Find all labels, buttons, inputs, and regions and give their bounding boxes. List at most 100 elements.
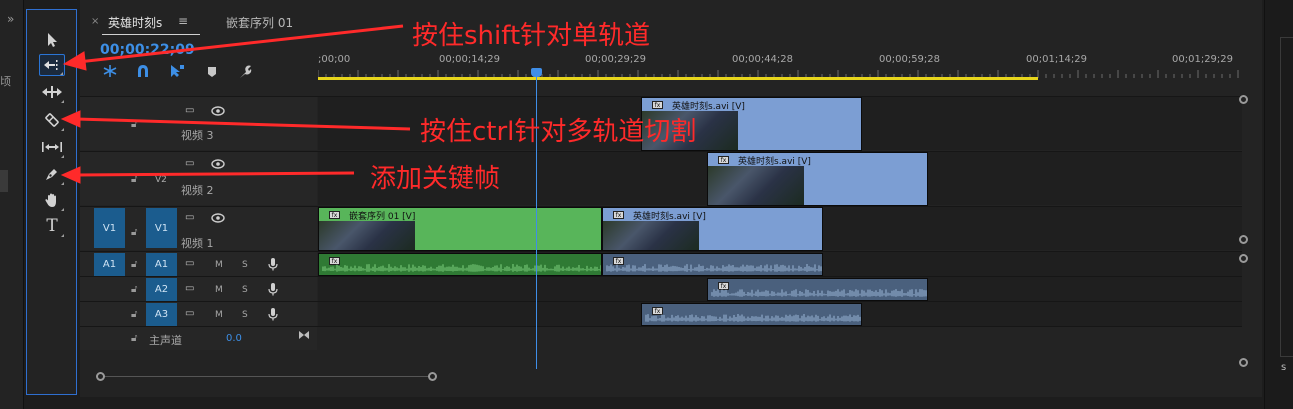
tab-sequence-active[interactable]: 英雄时刻s bbox=[108, 14, 162, 31]
track-area-a1[interactable]: fx fx bbox=[318, 252, 1242, 276]
a-scrollbar-handle-bottom[interactable] bbox=[1239, 358, 1248, 367]
microphone-icon[interactable] bbox=[268, 257, 278, 271]
track-row-v1: V1 🔓︎ V1 ▭ 视频 1 fx 嵌套序列 01 [V] fx 英雄时刻s.… bbox=[80, 206, 1242, 251]
expand-panels-icon[interactable]: » bbox=[7, 12, 14, 26]
sync-lock-icon[interactable]: ▭ bbox=[185, 258, 194, 269]
playhead-timecode[interactable]: 00;00;22;09 bbox=[100, 42, 195, 58]
eye-icon[interactable] bbox=[211, 106, 225, 116]
tool-flyout-corner-icon bbox=[60, 72, 63, 75]
lock-icon[interactable]: 🔓︎ bbox=[131, 227, 137, 238]
track-target-a2[interactable]: A2 bbox=[146, 278, 177, 301]
h-scrollbar-handle-right[interactable] bbox=[428, 372, 437, 381]
track-row-master: 🔓︎ 主声道 0.0 bbox=[80, 326, 1242, 350]
add-marker-icon[interactable] bbox=[206, 66, 218, 78]
sync-lock-icon[interactable]: ▭ bbox=[185, 283, 194, 294]
hand-tool[interactable] bbox=[39, 189, 65, 211]
track-area-a2[interactable]: fx bbox=[318, 277, 1242, 301]
source-patch-v1[interactable]: V1 bbox=[94, 208, 125, 248]
lock-icon[interactable]: 🔓︎ bbox=[131, 333, 137, 344]
lock-icon[interactable]: 🔓︎ bbox=[131, 284, 137, 295]
wrench-icon[interactable] bbox=[238, 64, 252, 78]
lock-icon[interactable]: 🔓︎ bbox=[131, 174, 137, 185]
selection-tool[interactable] bbox=[39, 29, 65, 51]
fx-badge-icon: fx bbox=[329, 211, 340, 219]
microphone-icon[interactable] bbox=[268, 307, 278, 321]
source-patch-a1[interactable]: A1 bbox=[94, 253, 125, 276]
linked-selection-icon[interactable] bbox=[169, 64, 185, 78]
v-scrollbar-handle-top[interactable] bbox=[1239, 95, 1248, 104]
clip-v2[interactable]: fx 英雄时刻s.avi [V] bbox=[707, 152, 928, 206]
track-area-v1[interactable]: fx 嵌套序列 01 [V] fx 英雄时刻s.avi [V] bbox=[318, 207, 1242, 251]
track-row-a3: 🔓︎ A3 ▭ M S fx bbox=[80, 301, 1242, 326]
audio-clip-a1[interactable]: fx bbox=[602, 253, 823, 276]
track-select-forward-tool[interactable] bbox=[39, 54, 65, 76]
expand-master-icon[interactable] bbox=[298, 330, 310, 340]
clip-v1-nested[interactable]: fx 嵌套序列 01 [V] bbox=[318, 207, 602, 251]
lock-icon[interactable]: 🔓︎ bbox=[131, 309, 137, 320]
mute-button[interactable]: M bbox=[215, 260, 223, 270]
insert-nest-icon[interactable] bbox=[102, 64, 118, 78]
lock-icon[interactable]: 🔓︎ bbox=[131, 259, 137, 270]
track-target-a1[interactable]: A1 bbox=[146, 253, 177, 276]
eye-icon[interactable] bbox=[211, 213, 225, 223]
track-row-a2: 🔓︎ A2 ▭ M S fx bbox=[80, 276, 1242, 301]
v-scrollbar-handle-bottom[interactable] bbox=[1239, 235, 1248, 244]
premiere-window: » 顷 T × 英雄时刻s ≡ 嵌套序列 01 00;00;22;09 ;00;… bbox=[0, 0, 1293, 409]
solo-button[interactable]: S bbox=[242, 285, 248, 295]
tool-flyout-corner-icon bbox=[61, 182, 64, 185]
right-panel-strip: s bbox=[1264, 0, 1293, 409]
razor-tool[interactable] bbox=[39, 109, 65, 131]
solo-button[interactable]: S bbox=[242, 310, 248, 320]
h-scrollbar-track[interactable] bbox=[100, 376, 434, 377]
ripple-edit-icon bbox=[42, 86, 62, 98]
track-row-a1: A1 🔓︎ A1 ▭ M S fx fx bbox=[80, 251, 1242, 276]
slip-tool[interactable] bbox=[39, 136, 65, 158]
microphone-icon[interactable] bbox=[268, 282, 278, 296]
snap-icon[interactable] bbox=[136, 64, 150, 78]
clip-label: 英雄时刻s.avi [V] bbox=[738, 157, 811, 167]
ruler-label: 00;01;14;29 bbox=[1026, 54, 1088, 65]
pen-tool[interactable] bbox=[39, 163, 65, 185]
lock-icon[interactable]: 🔓︎ bbox=[131, 119, 137, 130]
track-header-v3: 🔓︎ ▭ 视频 3 bbox=[80, 97, 317, 150]
work-area-bar[interactable] bbox=[318, 77, 1038, 80]
audio-waveform bbox=[711, 289, 927, 297]
ripple-edit-tool[interactable] bbox=[39, 81, 65, 103]
tool-flyout-corner-icon bbox=[61, 100, 64, 103]
track-area-a3[interactable]: fx bbox=[318, 302, 1242, 326]
track-target-v1[interactable]: V1 bbox=[146, 208, 177, 248]
h-scrollbar-handle-left[interactable] bbox=[96, 372, 105, 381]
sync-lock-icon[interactable]: ▭ bbox=[185, 212, 194, 223]
eye-icon[interactable] bbox=[211, 159, 225, 169]
close-tab-icon[interactable]: × bbox=[91, 16, 99, 27]
clip-thumbnail bbox=[603, 221, 699, 250]
tab-menu-icon[interactable]: ≡ bbox=[178, 14, 188, 28]
track-header-master: 🔓︎ 主声道 0.0 bbox=[80, 327, 317, 350]
master-volume-value[interactable]: 0.0 bbox=[226, 333, 242, 344]
a-scrollbar-handle-top[interactable] bbox=[1239, 254, 1248, 263]
tool-flyout-corner-icon bbox=[61, 155, 64, 158]
audio-clip-a1-nested[interactable]: fx bbox=[318, 253, 602, 276]
sync-lock-icon[interactable]: ▭ bbox=[185, 105, 194, 116]
audio-clip-a3[interactable]: fx bbox=[641, 303, 862, 326]
tool-flyout-corner-icon bbox=[61, 234, 64, 237]
tool-flyout-corner-icon bbox=[61, 128, 64, 131]
clip-v1[interactable]: fx 英雄时刻s.avi [V] bbox=[602, 207, 823, 251]
solo-button[interactable]: S bbox=[242, 260, 248, 270]
razor-icon bbox=[45, 113, 59, 127]
annotation-keyframe: 添加关键帧 bbox=[370, 164, 501, 194]
track-target-a3[interactable]: A3 bbox=[146, 303, 177, 326]
clip-thumbnail bbox=[319, 221, 415, 250]
mute-button[interactable]: M bbox=[215, 310, 223, 320]
sync-lock-icon[interactable]: ▭ bbox=[185, 308, 194, 319]
track-area-master bbox=[318, 327, 1242, 350]
clip-thumbnail bbox=[708, 166, 804, 205]
annotation-ctrl: 按住ctrl针对多轨道切割 bbox=[420, 117, 697, 147]
type-tool[interactable]: T bbox=[39, 215, 65, 237]
sync-lock-icon[interactable]: ▭ bbox=[185, 158, 194, 169]
fx-badge-icon: fx bbox=[613, 211, 624, 219]
tab-nested-sequence[interactable]: 嵌套序列 01 bbox=[226, 14, 293, 31]
track-name-v1: 视频 1 bbox=[181, 237, 214, 250]
audio-clip-a2[interactable]: fx bbox=[707, 278, 928, 301]
mute-button[interactable]: M bbox=[215, 285, 223, 295]
